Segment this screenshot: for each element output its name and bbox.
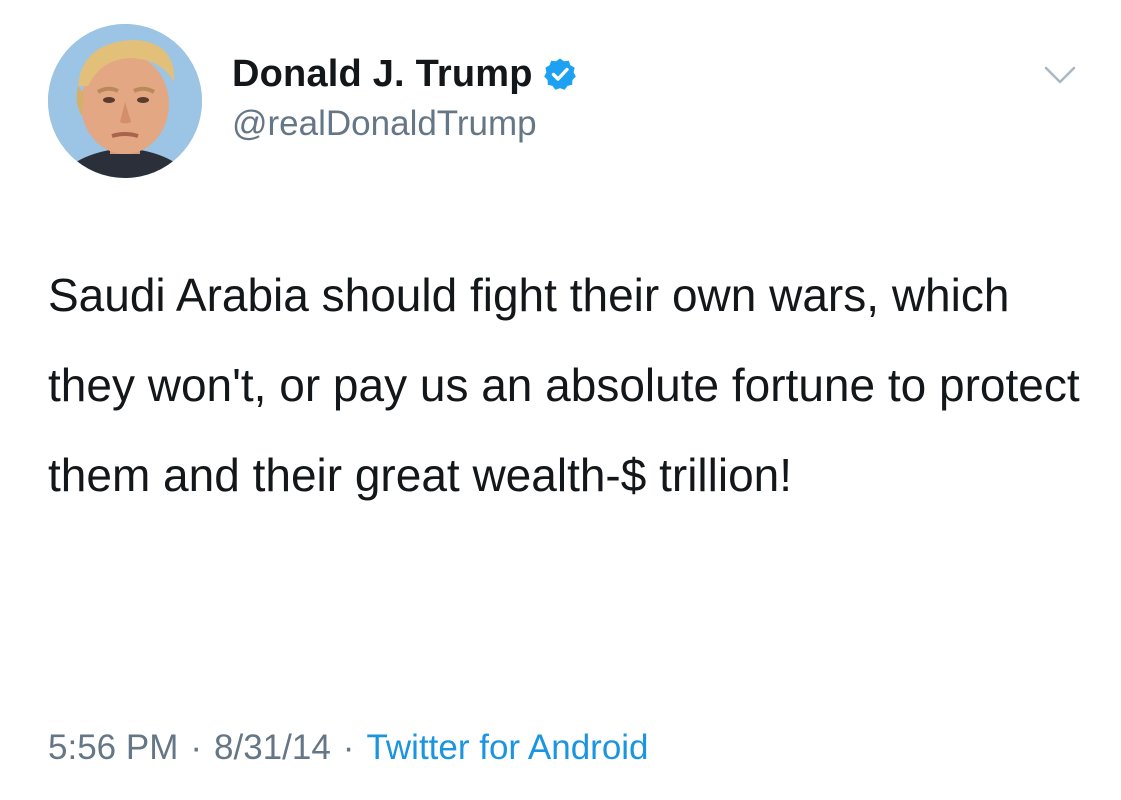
tweet-source-link[interactable]: Twitter for Android <box>366 728 648 768</box>
meta-separator: · <box>342 728 355 767</box>
avatar[interactable] <box>48 24 202 178</box>
avatar-image <box>48 24 202 178</box>
tweet-card: Donald J. Trump @realDonaldTrump Saudi A… <box>0 0 1121 800</box>
verified-badge-icon <box>543 57 577 91</box>
author-name-row: Donald J. Trump <box>232 50 577 98</box>
tweet-date[interactable]: 8/31/14 <box>214 728 331 768</box>
tweet-time[interactable]: 5:56 PM <box>48 728 178 768</box>
author-display-name[interactable]: Donald J. Trump <box>232 53 533 96</box>
tweet-text: Saudi Arabia should fight their own wars… <box>48 269 1080 501</box>
tweet-meta: 5:56 PM · 8/31/14 · Twitter for Android <box>48 728 649 768</box>
chevron-down-icon[interactable] <box>1040 60 1080 90</box>
author-handle[interactable]: @realDonaldTrump <box>232 104 537 144</box>
meta-separator: · <box>190 728 203 767</box>
